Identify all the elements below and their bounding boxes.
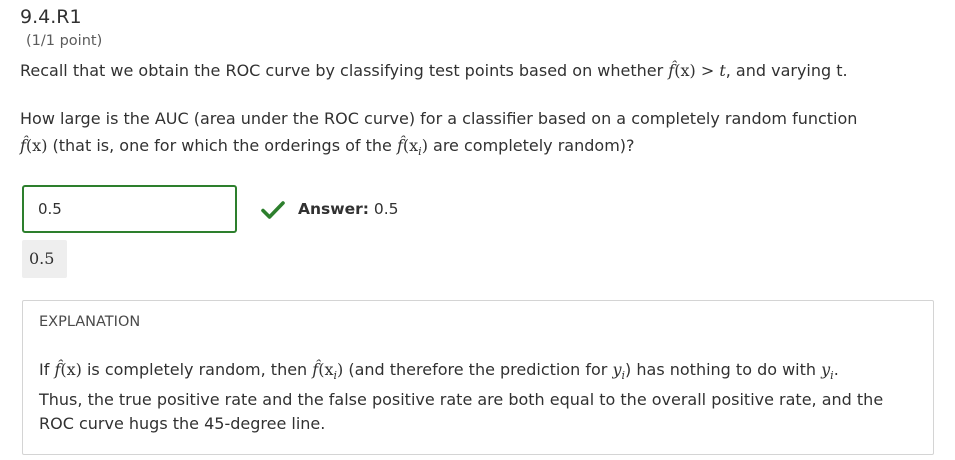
- explanation-line-3: ROC curve hugs the 45-degree line.: [39, 414, 326, 434]
- problem-score: (1/1 point): [26, 33, 103, 49]
- expl-l1-d: ) has nothing to do with: [625, 360, 822, 379]
- problem-question: How large is the AUC (area under the ROC…: [20, 105, 857, 165]
- expl-math-1: f̂(x): [54, 360, 81, 379]
- expl-math-2: f̂(xi): [312, 360, 343, 382]
- question-math-xi: (x: [402, 136, 419, 155]
- expl-l1-a: If: [39, 360, 55, 379]
- answer-value: 0.5: [368, 200, 399, 218]
- intro-text-before: Recall that we obtain the ROC curve by c…: [20, 61, 669, 80]
- question-math-2: f̂(xi): [397, 136, 428, 158]
- expl-math-x: (x): [60, 360, 82, 379]
- question-math-1: f̂(x): [20, 136, 47, 155]
- intro-math: f̂(x) > t: [668, 61, 725, 80]
- explanation-body: If f̂(x) is completely random, then f̂(x…: [39, 358, 919, 436]
- explanation-panel: EXPLANATION If f̂(x) is completely rando…: [22, 300, 934, 455]
- problem-intro: Recall that we obtain the ROC curve by c…: [20, 57, 848, 84]
- intro-math-x: (x): [674, 61, 696, 80]
- question-math-x: (x): [25, 136, 48, 155]
- expl-l1-b: is completely random, then: [81, 360, 313, 379]
- expl-math-xi: (x: [318, 360, 334, 379]
- intro-math-gt: >: [695, 61, 720, 80]
- answer-feedback: Answer: 0.5: [298, 200, 399, 218]
- checkmark-icon: [261, 201, 285, 219]
- intro-text-after: , and varying t.: [725, 61, 848, 80]
- explanation-heading: EXPLANATION: [39, 314, 141, 330]
- expl-l1-c: (and therefore the prediction for: [343, 360, 613, 379]
- question-mid: (that is, one for which the orderings of…: [47, 136, 397, 155]
- answer-preview: 0.5: [22, 240, 67, 278]
- answer-label: Answer:: [298, 200, 369, 218]
- expl-math-y1: yi: [612, 360, 625, 382]
- expl-math-y2-base: y: [821, 360, 831, 379]
- question-end: are completely random)?: [427, 136, 635, 155]
- explanation-line-1: If f̂(x) is completely random, then f̂(x…: [39, 358, 919, 388]
- expl-l1-e: .: [833, 360, 839, 379]
- question-line-1: How large is the AUC (area under the ROC…: [20, 109, 858, 128]
- explanation-line-2: Thus, the true positive rate and the fal…: [39, 390, 884, 410]
- expl-math-y1-base: y: [612, 360, 622, 379]
- answer-input[interactable]: [22, 185, 237, 233]
- problem-title: 9.4.R1: [20, 6, 82, 28]
- expl-math-y2: yi: [821, 360, 834, 382]
